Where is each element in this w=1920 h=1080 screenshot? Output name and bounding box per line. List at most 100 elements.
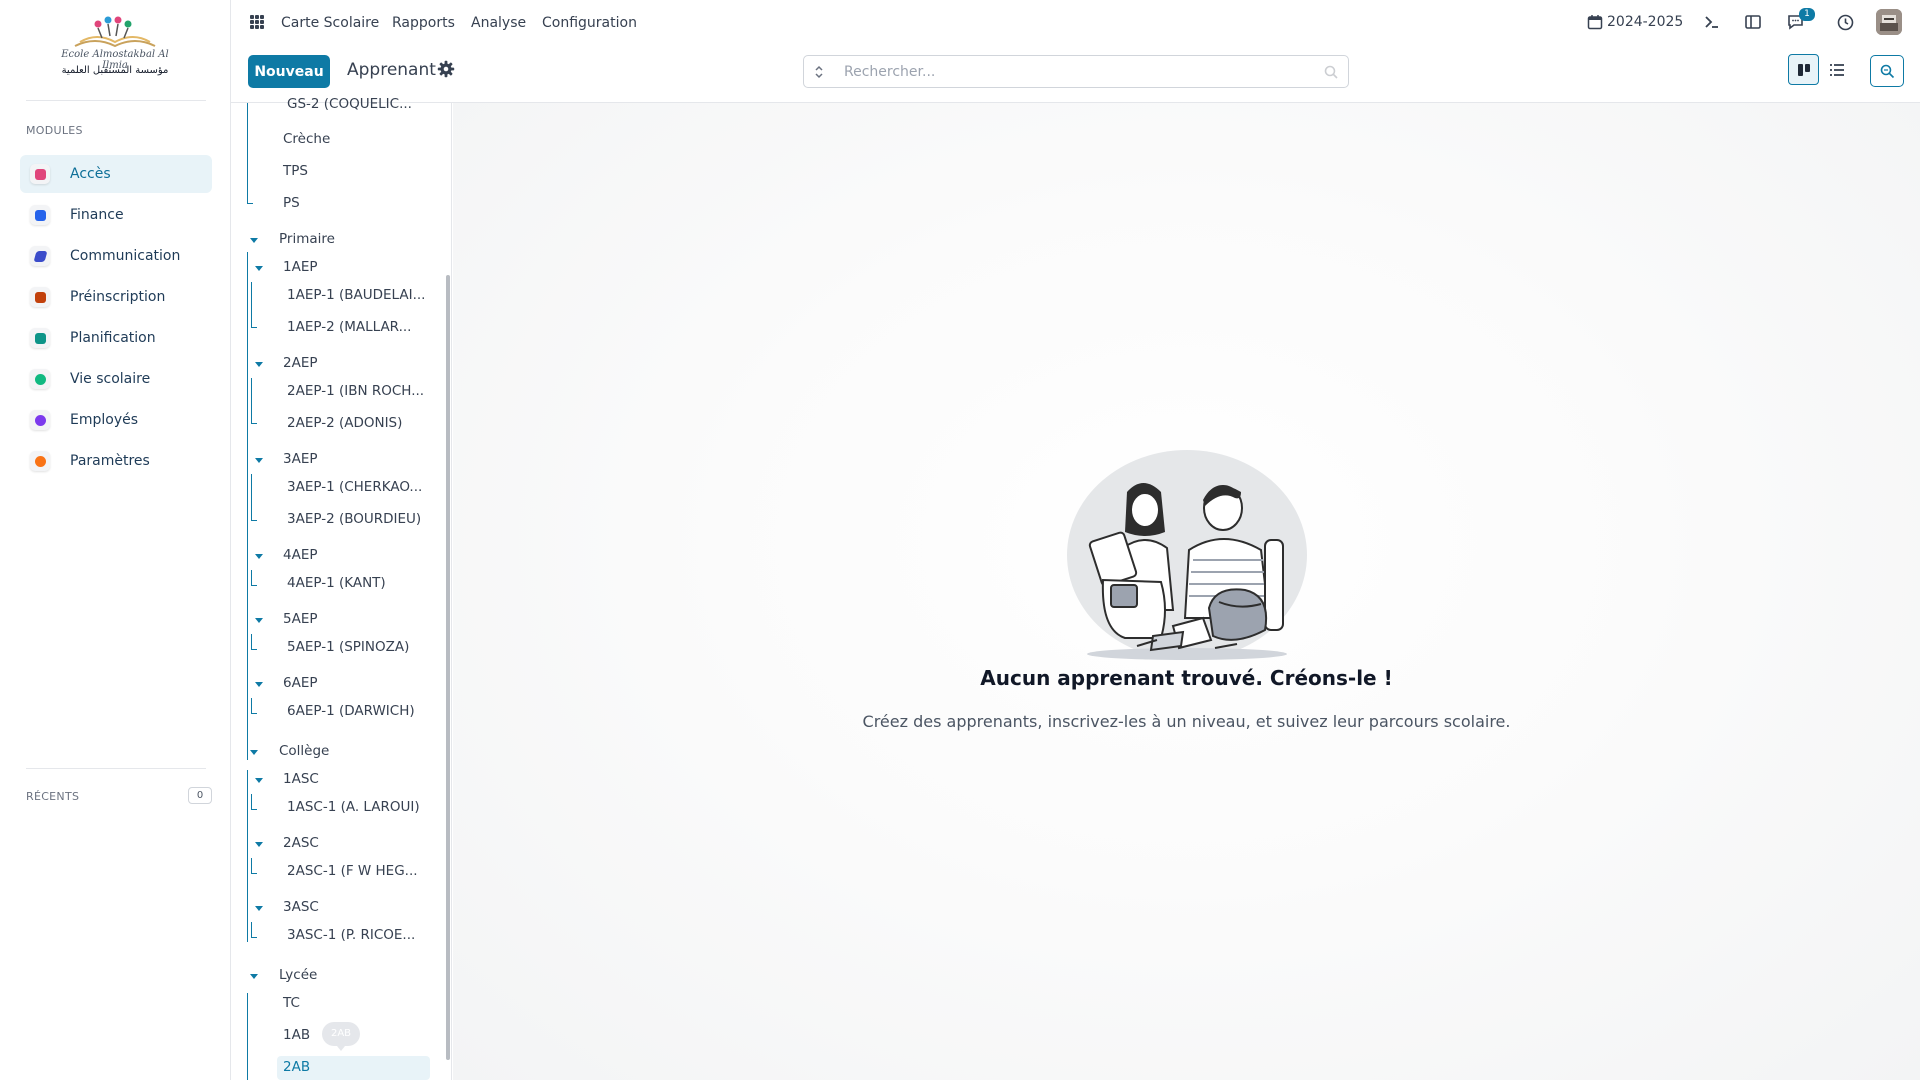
page-title: Apprenant xyxy=(347,60,436,80)
tree-node-cycle-lycee[interactable]: Lycée xyxy=(279,967,317,983)
tree-node-level[interactable]: 2AEP xyxy=(283,355,318,371)
clock-icon[interactable] xyxy=(1834,11,1856,33)
expand-caret-icon[interactable] xyxy=(255,906,263,911)
menu-configuration[interactable]: Configuration xyxy=(542,15,637,31)
sidebar-divider xyxy=(26,100,206,101)
preregistration-icon xyxy=(30,287,50,307)
school-name-arabic: مؤسسة المستقبل العلمية xyxy=(61,65,169,76)
calendar-icon xyxy=(1587,15,1603,30)
empty-state-title: Aucun apprenant trouvé. Créons-le ! xyxy=(980,666,1393,690)
tree-node-level[interactable]: 2ASC xyxy=(283,835,319,851)
gear-icon[interactable] xyxy=(437,60,455,78)
tree-guide xyxy=(247,993,248,1080)
module-item-employes[interactable]: Employés xyxy=(20,401,212,439)
tree-node-level[interactable]: 1AEP xyxy=(283,259,318,275)
expand-caret-icon[interactable] xyxy=(255,458,263,463)
tree-node-class[interactable]: 3AEP-1 (CHERKAO... xyxy=(287,479,422,495)
expand-caret-icon[interactable] xyxy=(255,682,263,687)
tree-node-class[interactable]: 2ASC-1 (F W HEG... xyxy=(287,863,418,879)
tree-node-level[interactable]: TC xyxy=(283,995,300,1011)
tree-node-level[interactable]: 1AB xyxy=(283,1027,310,1043)
new-button[interactable]: Nouveau xyxy=(248,55,330,88)
employees-icon xyxy=(30,410,50,430)
tree-scrollbar[interactable] xyxy=(446,275,450,1060)
module-item-planification[interactable]: Planification xyxy=(20,319,212,357)
terminal-icon[interactable] xyxy=(1701,11,1723,33)
access-icon xyxy=(30,164,50,184)
communication-icon xyxy=(30,246,50,266)
expand-caret-icon[interactable] xyxy=(255,778,263,783)
expand-caret-icon[interactable] xyxy=(255,842,263,847)
tree-node-level[interactable]: PS xyxy=(283,195,300,211)
apps-grid-icon[interactable] xyxy=(250,15,264,29)
tree-node-level[interactable]: 6AEP xyxy=(283,675,318,691)
tree-node-class[interactable]: 2AEP-1 (IBN ROCH... xyxy=(287,383,424,399)
user-avatar[interactable] xyxy=(1876,9,1902,35)
kanban-view-button[interactable] xyxy=(1788,54,1819,85)
tree-guide xyxy=(251,520,257,521)
tree-node-cycle-college[interactable]: Collège xyxy=(279,743,329,759)
finance-icon xyxy=(30,205,50,225)
empty-state-subtitle: Créez des apprenants, inscrivez-les à un… xyxy=(862,712,1511,731)
tree-node-class[interactable]: 4AEP-1 (KANT) xyxy=(287,575,386,591)
tree-guide xyxy=(251,378,252,423)
menu-carte-scolaire[interactable]: Carte Scolaire xyxy=(281,15,379,31)
sidebar-layout-icon[interactable] xyxy=(1742,11,1764,33)
module-item-communication[interactable]: Communication xyxy=(20,237,212,275)
tree-guide xyxy=(247,103,248,203)
search-panel-toggle-icon[interactable] xyxy=(812,64,826,80)
expand-caret-icon[interactable] xyxy=(250,238,258,243)
tree-node-level[interactable]: 3AEP xyxy=(283,451,318,467)
menu-analyse[interactable]: Analyse xyxy=(471,15,526,31)
tree-node-level[interactable]: 1ASC xyxy=(283,771,319,787)
module-item-preinscription[interactable]: Préinscription xyxy=(20,278,212,316)
search-icon[interactable] xyxy=(1324,65,1338,79)
tree-node-class[interactable]: 1AEP-1 (BAUDELAI... xyxy=(287,287,425,303)
tree-node-class[interactable]: 1AEP-2 (MALLAR... xyxy=(287,319,411,335)
tree-node-level[interactable]: 5AEP xyxy=(283,611,318,627)
module-item-finance[interactable]: Finance xyxy=(20,196,212,234)
tree-node-level[interactable]: TPS xyxy=(283,163,308,179)
recents-heading: RÉCENTS xyxy=(26,790,80,803)
tree-node-level[interactable]: 4AEP xyxy=(283,547,318,563)
tree-node-level-selected[interactable]: 2AB xyxy=(283,1059,310,1075)
expand-caret-icon[interactable] xyxy=(255,266,263,271)
module-item-vie-scolaire[interactable]: Vie scolaire xyxy=(20,360,212,398)
expand-caret-icon[interactable] xyxy=(255,362,263,367)
tree-node-class[interactable]: 3AEP-2 (BOURDIEU) xyxy=(287,511,421,527)
module-label: Vie scolaire xyxy=(70,371,151,387)
tree-node-class[interactable]: GS-2 (COQUELIC... xyxy=(287,96,412,112)
tree-guide xyxy=(251,423,257,424)
school-year-selector[interactable]: 2024-2025 xyxy=(1587,14,1683,30)
tree-node-class[interactable]: 5AEP-1 (SPINOZA) xyxy=(287,639,409,655)
tree-guide xyxy=(251,873,257,874)
module-item-acces[interactable]: Accès xyxy=(20,155,212,193)
tree-node-class[interactable]: 1ASC-1 (A. LAROUI) xyxy=(287,799,420,815)
expand-caret-icon[interactable] xyxy=(255,554,263,559)
expand-caret-icon[interactable] xyxy=(250,974,258,979)
module-label: Paramètres xyxy=(70,453,150,469)
search-input[interactable] xyxy=(844,57,1294,86)
module-label: Employés xyxy=(70,412,139,428)
planning-icon xyxy=(30,328,50,348)
tree-node-level[interactable]: 3ASC xyxy=(283,899,319,915)
school-logo[interactable]: Ecole Almostakbal Al Ilmia مؤسسة المستقب… xyxy=(50,12,180,88)
module-sidebar: Ecole Almostakbal Al Ilmia مؤسسة المستقب… xyxy=(0,0,231,1080)
school-life-icon xyxy=(30,369,50,389)
module-label: Communication xyxy=(70,248,181,264)
tree-node-class[interactable]: 3ASC-1 (P. RICOE... xyxy=(287,927,415,943)
messages-count-badge: 1 xyxy=(1799,8,1815,21)
tree-guide xyxy=(251,327,257,328)
tree-node-class[interactable]: 2AEP-2 (ADONIS) xyxy=(287,415,402,431)
side-panel-toggle-button[interactable] xyxy=(1870,55,1904,87)
expand-caret-icon[interactable] xyxy=(255,618,263,623)
menu-rapports[interactable]: Rapports xyxy=(392,15,455,31)
module-label: Accès xyxy=(70,166,111,182)
list-view-button[interactable] xyxy=(1821,54,1852,85)
module-item-parametres[interactable]: Paramètres xyxy=(20,442,212,480)
expand-caret-icon[interactable] xyxy=(250,750,258,755)
tree-node-cycle-primaire[interactable]: Primaire xyxy=(279,231,335,247)
tree-node-level[interactable]: Crèche xyxy=(283,131,330,147)
sidebar-divider xyxy=(26,768,206,769)
tree-node-class[interactable]: 6AEP-1 (DARWICH) xyxy=(287,703,415,719)
